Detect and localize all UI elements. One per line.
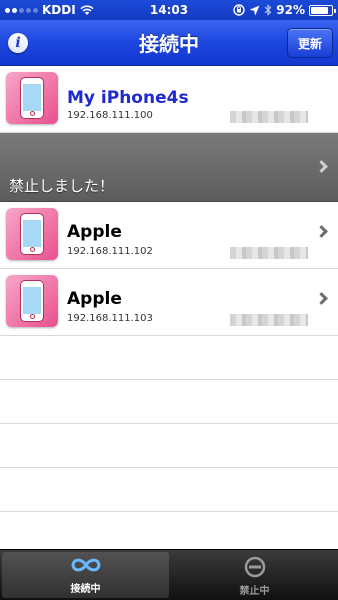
status-bar: KDDI 14:03 92%: [0, 0, 338, 20]
tab-label: 禁止中: [239, 586, 270, 597]
battery-percent: 92%: [276, 3, 305, 17]
info-button[interactable]: i: [8, 33, 28, 53]
no-entry-icon: [244, 556, 265, 578]
refresh-button[interactable]: 更新: [286, 28, 333, 58]
device-list: My iPhone4s 192.168.111.100 禁止しました！ Appl…: [0, 66, 338, 512]
tab-banned[interactable]: 禁止中: [171, 550, 338, 600]
device-row-self[interactable]: My iPhone4s 192.168.111.100: [0, 66, 338, 133]
chevron-right-icon: [315, 292, 328, 305]
redacted-address: [230, 111, 308, 123]
bluetooth-icon: [264, 4, 272, 16]
tab-label: 接続中: [70, 584, 101, 595]
phone-thumbnail-icon: [6, 72, 58, 124]
navigation-bar: i 接続中 更新: [0, 20, 338, 66]
carrier-label: KDDI: [42, 3, 76, 17]
redacted-address: [230, 314, 308, 326]
orientation-lock-icon: [233, 4, 245, 16]
phone-thumbnail-icon: [6, 208, 58, 260]
battery-icon: [309, 4, 336, 16]
device-ip: 192.168.111.102: [67, 246, 153, 257]
device-ip: 192.168.111.103: [67, 313, 153, 324]
empty-list-row: [0, 424, 338, 468]
redacted-address: [230, 247, 308, 259]
page-title: 接続中: [139, 32, 199, 56]
tab-bar: 接続中 禁止中: [0, 549, 338, 600]
phone-thumbnail-icon: [6, 275, 58, 327]
battery-fill: [311, 6, 328, 14]
info-icon: i: [15, 35, 21, 51]
empty-list-row: [0, 380, 338, 424]
status-left: KDDI: [5, 3, 125, 17]
device-name: My iPhone4s: [67, 88, 189, 108]
status-right: 92%: [213, 3, 336, 17]
status-time: 14:03: [149, 3, 189, 17]
location-arrow-icon: [249, 5, 260, 15]
signal-strength-icon: [5, 7, 38, 13]
empty-list-row: [0, 336, 338, 380]
banned-row[interactable]: 禁止しました！: [0, 133, 338, 202]
device-row[interactable]: Apple 192.168.111.102: [0, 202, 338, 269]
infinity-icon: [70, 558, 101, 572]
wifi-icon: [80, 4, 94, 15]
tab-connected[interactable]: 接続中: [2, 552, 169, 598]
chevron-right-icon: [315, 160, 328, 173]
chevron-right-icon: [315, 225, 328, 238]
device-row[interactable]: Apple 192.168.111.103: [0, 269, 338, 336]
banned-label: 禁止しました！: [9, 177, 115, 195]
device-name: Apple: [67, 222, 122, 242]
device-name: Apple: [67, 289, 122, 309]
empty-list-row: [0, 468, 338, 512]
device-ip: 192.168.111.100: [67, 110, 153, 121]
